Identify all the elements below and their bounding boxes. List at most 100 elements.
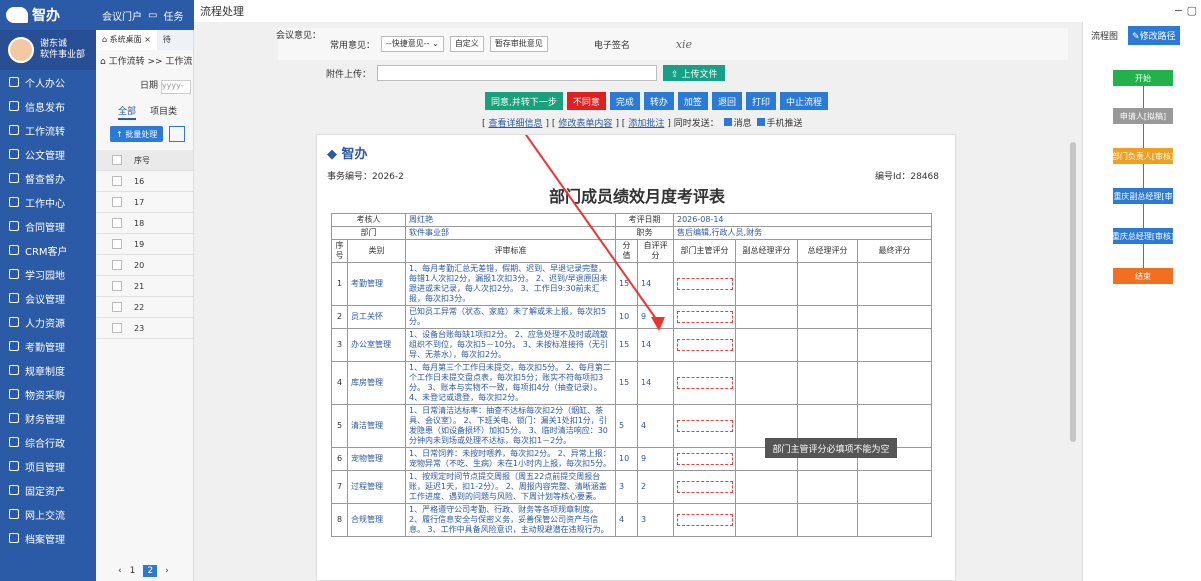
upload-button[interactable]: ⇪ 上传文件 (663, 65, 726, 81)
modify-form-link[interactable]: 修改表单内容 (558, 119, 612, 129)
attachment-select[interactable] (377, 65, 658, 81)
nav-item[interactable]: 个人办公 (0, 70, 96, 94)
action-button[interactable]: 加签 (677, 92, 708, 110)
row-checkbox[interactable] (112, 176, 122, 186)
date-input[interactable]: yyyy- (160, 80, 191, 94)
chevron-down-icon: ⌄ (432, 39, 439, 48)
flow-node[interactable]: 部门负责人[审核] (1113, 148, 1173, 164)
action-button[interactable]: 同意,并转下一步 (485, 92, 563, 110)
nav-item[interactable]: CRM客户 (0, 238, 96, 262)
flow-node[interactable]: 结束 (1113, 268, 1173, 284)
date-label: 日期 (140, 81, 159, 91)
nav-item[interactable]: 档案管理 (0, 526, 96, 550)
nav-item[interactable]: 网上交流 (0, 502, 96, 526)
row-checkbox[interactable] (112, 218, 122, 228)
minimize-icon[interactable]: − (1174, 4, 1183, 17)
user-card[interactable]: 谢东诚 软件事业部 (0, 30, 96, 70)
select-all-checkbox[interactable] (112, 155, 122, 165)
nav-icon (9, 149, 19, 159)
add-comment-link[interactable]: 添加批注 (628, 119, 664, 129)
row-checkbox[interactable] (112, 197, 122, 207)
tab-flowchart[interactable]: 流程图 (1091, 29, 1118, 42)
view-detail-link[interactable]: 查看详细信息 (489, 119, 543, 129)
table-row[interactable]: 21 (96, 276, 193, 297)
nav-label: 个人办公 (25, 78, 65, 90)
action-button[interactable]: 不同意 (566, 92, 606, 110)
save-opinion-button[interactable]: 暂存审批意见 (489, 36, 548, 52)
nav-icon (9, 173, 19, 183)
manager-score-input[interactable] (677, 481, 733, 493)
nav-item[interactable]: 项目管理 (0, 454, 96, 478)
nav-item[interactable]: 信息发布 (0, 94, 96, 118)
quick-opinion-select[interactable]: --快捷意见-- ⌄ (381, 36, 444, 52)
custom-opinion-button[interactable]: 自定义 (449, 36, 484, 52)
upload-label: 上传文件 (681, 70, 718, 80)
nav-item[interactable]: 工作中心 (0, 190, 96, 214)
nav-item[interactable]: 财务管理 (0, 406, 96, 430)
tab-desktop[interactable]: ⌂ 系统桌面 × (96, 30, 157, 50)
nav-label: 考勤管理 (25, 342, 65, 354)
batch-process-button[interactable]: ↑ 批量处理 (110, 126, 164, 142)
nav-item[interactable]: 固定资产 (0, 478, 96, 502)
row-checkbox[interactable] (112, 281, 122, 291)
breadcrumb: ⌂ 工作流转 >> 工作流 (96, 50, 193, 70)
flow-node[interactable]: 开始 (1113, 70, 1173, 86)
close-icon[interactable]: × (144, 35, 151, 44)
modify-path-button[interactable]: ✎修改路径 (1128, 25, 1180, 45)
nav-item[interactable]: 公文管理 (0, 142, 96, 166)
sms-checkbox[interactable] (756, 118, 765, 126)
page-1[interactable]: 1 (130, 566, 136, 576)
home-icon: ⌂ (100, 57, 106, 67)
table-row[interactable]: 19 (96, 234, 193, 255)
flow-node[interactable]: 重庆副总经理[审 (1113, 188, 1173, 204)
row-checkbox[interactable] (112, 239, 122, 249)
nav-item[interactable]: 人力资源 (0, 310, 96, 334)
nav-item[interactable]: 规章制度 (0, 358, 96, 382)
maximize-icon[interactable]: ▢ (1187, 4, 1197, 17)
menu-task[interactable]: 任务 (163, 8, 183, 23)
table-row[interactable]: 23 (96, 318, 193, 339)
nav-item[interactable]: 学习园地 (0, 262, 96, 286)
table-row[interactable]: 17 (96, 192, 193, 213)
nav-item[interactable]: 工作流转 (0, 118, 96, 142)
nav-item[interactable]: 物资采购 (0, 382, 96, 406)
evaluation-row: 7 过程管理 1、按规定时间节点提交周报（周五22点前提交周报台账，延迟1天，扣1-… (331, 470, 932, 504)
nav-item[interactable]: 合同管理 (0, 214, 96, 238)
action-button[interactable]: 打印 (745, 92, 776, 110)
message-checkbox[interactable] (723, 118, 732, 126)
action-button[interactable]: 中止流程 (779, 92, 828, 110)
row-checkbox[interactable] (112, 260, 122, 270)
action-button[interactable]: 完成 (609, 92, 640, 110)
page-2[interactable]: 2 (143, 565, 158, 577)
export-button[interactable] (169, 126, 186, 142)
evaluation-form: ◆ 智办 事务编号：2026-2 编号Id：28468 部门成员绩效月度考评表 … (316, 134, 956, 581)
action-button[interactable]: 转办 (643, 92, 674, 110)
tab-pending-label: 待 (162, 35, 171, 44)
next-page-icon[interactable]: › (165, 566, 169, 576)
manager-score-input[interactable] (677, 514, 733, 526)
table-row[interactable]: 16 (96, 171, 193, 192)
flow-arrow (1143, 244, 1144, 268)
flow-node[interactable]: 申请人[拟稿] (1113, 108, 1173, 124)
flow-node[interactable]: 重庆总经理[审核] (1113, 228, 1173, 244)
scrollbar[interactable] (1070, 142, 1076, 442)
table-row[interactable]: 18 (96, 213, 193, 234)
tab-pending[interactable]: 待 (157, 30, 177, 50)
subtab-project[interactable]: 项目类 (150, 104, 177, 120)
avatar[interactable] (8, 37, 34, 63)
table-row[interactable]: 20 (96, 255, 193, 276)
nav-item[interactable]: 督查督办 (0, 166, 96, 190)
row-checkbox[interactable] (112, 323, 122, 333)
menu-home-portal[interactable]: 会议门户 (102, 8, 142, 23)
nav-icon (9, 317, 19, 327)
action-button[interactable]: 退回 (711, 92, 742, 110)
nav-item[interactable]: 会议管理 (0, 286, 96, 310)
nav-icon (9, 365, 19, 375)
nav-item[interactable]: 综合行政 (0, 430, 96, 454)
row-checkbox[interactable] (112, 302, 122, 312)
table-row[interactable]: 22 (96, 297, 193, 318)
nav-item[interactable]: 考勤管理 (0, 334, 96, 358)
subtab-all[interactable]: 全部 (118, 104, 137, 120)
prev-page-icon[interactable]: ‹ (118, 566, 122, 576)
message-label: 消息 (733, 119, 752, 129)
